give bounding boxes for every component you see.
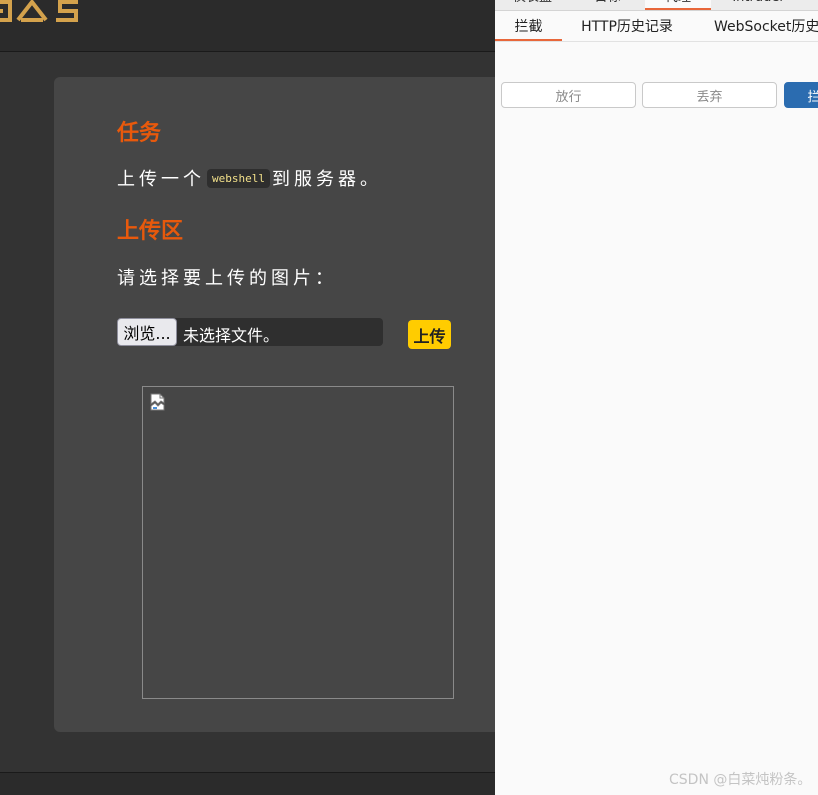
tab-http-history[interactable]: HTTP历史记录: [577, 11, 677, 41]
browse-button[interactable]: 浏览...: [117, 318, 177, 346]
task-text-before: 上传一个: [117, 169, 205, 190]
site-footer: [0, 772, 495, 795]
forward-button[interactable]: 放行: [501, 82, 636, 108]
task-heading: 任务: [117, 121, 162, 146]
burp-proxy-panel: 仪表盘 目标 代理 Intruder 拦截 HTTP历史记录 WebSocket…: [495, 0, 818, 795]
tab-websocket-history[interactable]: WebSocket历史: [714, 11, 818, 41]
active-tab-indicator: [645, 8, 711, 10]
tab-target[interactable]: 目标: [570, 0, 645, 10]
file-input[interactable]: 浏览... 未选择文件。: [117, 318, 383, 346]
webshell-code: webshell: [207, 168, 270, 188]
site-header: [0, 0, 495, 52]
upload-button[interactable]: 上传: [408, 320, 451, 349]
drop-button[interactable]: 丢弃: [642, 82, 777, 108]
tab-dashboard[interactable]: 仪表盘: [495, 0, 570, 10]
choose-image-label: 请选择要上传的图片：: [117, 268, 337, 289]
upload-labs-page: 任务 上传一个 webshell 到服务器。 上传区 请选择要上传的图片： 浏览..…: [0, 0, 495, 795]
file-status-text: 未选择文件。: [183, 326, 280, 345]
broken-image-icon: [150, 393, 165, 411]
upload-heading: 上传区: [117, 219, 184, 244]
intercept-toggle-button[interactable]: 拦: [784, 82, 818, 108]
tab-intruder[interactable]: Intruder: [711, 0, 806, 10]
image-preview: [142, 386, 454, 699]
csdn-watermark: CSDN @白菜炖粉条。: [669, 772, 812, 788]
content-panel: 任务 上传一个 webshell 到服务器。 上传区 请选择要上传的图片： 浏览..…: [54, 77, 495, 732]
task-description: 上传一个 webshell 到服务器。: [117, 165, 382, 191]
task-text-after: 到服务器。: [271, 169, 382, 190]
main-tab-bar: 仪表盘 目标 代理 Intruder: [495, 0, 818, 11]
active-sub-tab-indicator: [495, 39, 562, 41]
proxy-sub-tab-bar: 拦截 HTTP历史记录 WebSocket历史: [495, 11, 818, 42]
site-logo: [0, 0, 78, 22]
tab-intercept[interactable]: 拦截: [495, 11, 562, 41]
